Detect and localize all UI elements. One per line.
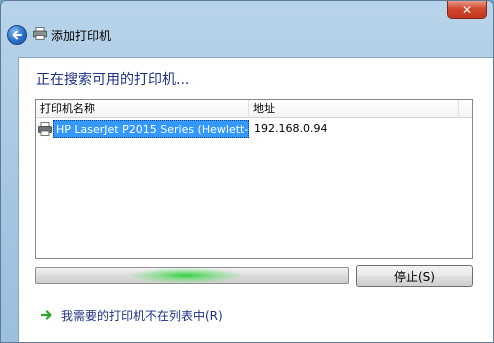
search-progress-bar	[35, 267, 349, 284]
close-button[interactable]: ✕	[447, 1, 487, 19]
printer-not-listed-link[interactable]: 我需要的打印机不在列表中(R)	[41, 306, 223, 324]
back-button[interactable]	[7, 25, 27, 45]
progress-glow	[131, 268, 241, 283]
column-header-printer-name[interactable]: 打印机名称	[36, 100, 249, 118]
printer-name-cell: HP LaserJet P2015 Series (Hewlett-Pack..…	[53, 120, 249, 138]
printer-icon	[38, 122, 52, 136]
title-bar: 添加打印机 ✕	[1, 1, 493, 57]
back-arrow-icon	[12, 30, 22, 40]
add-printer-window: 添加打印机 ✕ 正在搜索可用的打印机... 打印机名称 地址 HP LaserJ…	[0, 0, 494, 343]
window-title: 添加打印机	[51, 29, 112, 43]
printer-row[interactable]: HP LaserJet P2015 Series (Hewlett-Pack..…	[36, 120, 472, 138]
printer-icon	[33, 27, 47, 40]
page-heading: 正在搜索可用的打印机...	[36, 72, 190, 88]
list-header: 打印机名称 地址	[36, 100, 472, 118]
printer-address-cell: 192.168.0.94	[254, 122, 328, 135]
column-header-address[interactable]: 地址	[249, 100, 459, 118]
not-listed-link-text[interactable]: 我需要的打印机不在列表中(R)	[61, 307, 223, 324]
green-arrow-icon	[41, 310, 52, 320]
stop-button[interactable]: 停止(S)	[356, 265, 473, 287]
wizard-content: 正在搜索可用的打印机... 打印机名称 地址 HP LaserJet P2015…	[18, 57, 493, 342]
printer-list[interactable]: 打印机名称 地址 HP LaserJet P2015 Series (Hewle…	[35, 99, 473, 259]
